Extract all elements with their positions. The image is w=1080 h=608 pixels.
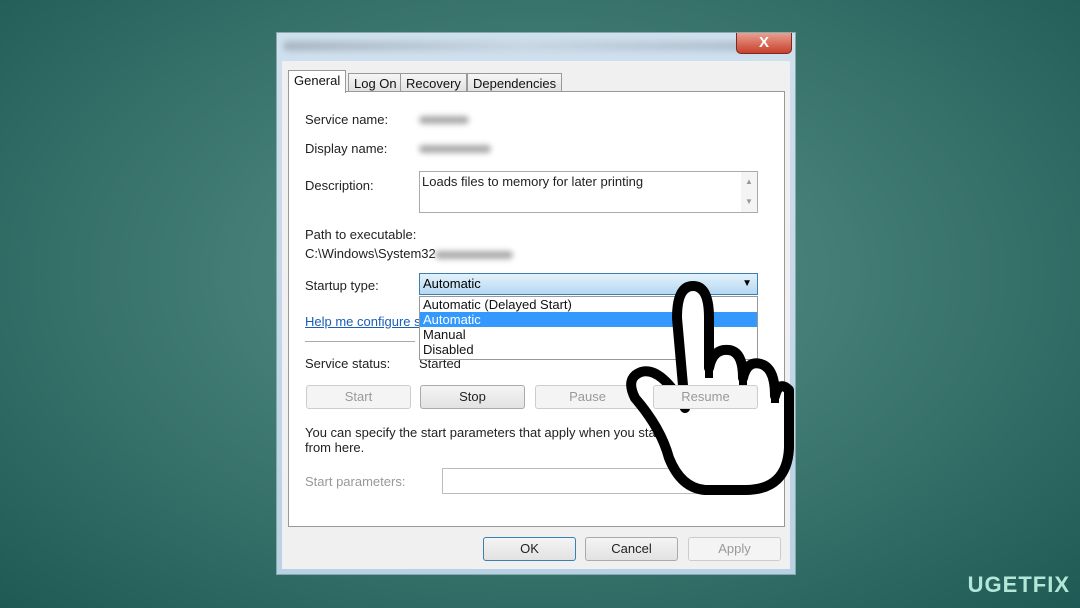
tab-recovery[interactable]: Recovery — [400, 73, 467, 92]
divider — [305, 341, 415, 342]
display-name-label: Display name: — [305, 141, 388, 156]
close-button[interactable]: X — [736, 33, 792, 54]
startup-type-label: Startup type: — [305, 278, 379, 293]
apply-button[interactable]: Apply — [688, 537, 781, 561]
scroll-up-icon[interactable]: ▲ — [741, 172, 757, 192]
start-button[interactable]: Start — [306, 385, 411, 409]
startup-type-value: Automatic — [423, 276, 481, 291]
help-configure-link[interactable]: Help me configure s — [305, 314, 421, 329]
cancel-button[interactable]: Cancel — [585, 537, 678, 561]
watermark-logo: UGETFIX — [967, 572, 1070, 597]
description-label: Description: — [305, 178, 374, 193]
path-value: C:\Windows\System32 — [305, 246, 436, 261]
tab-general[interactable]: General — [288, 70, 347, 93]
display-name-value-blurred — [419, 145, 491, 153]
start-params-label: Start parameters: — [305, 474, 406, 489]
description-box[interactable]: Loads files to memory for later printing… — [419, 171, 758, 213]
resume-button[interactable]: Resume — [653, 385, 758, 409]
service-name-value-blurred — [419, 116, 469, 124]
tab-dependencies[interactable]: Dependencies — [467, 73, 563, 92]
description-text: Loads files to memory for later printing — [422, 174, 644, 189]
description-scrollbar[interactable]: ▲ ▼ — [741, 172, 757, 212]
ok-button[interactable]: OK — [483, 537, 576, 561]
service-status-label: Service status: — [305, 356, 391, 371]
stop-button[interactable]: Stop — [420, 385, 525, 409]
path-label: Path to executable: — [305, 227, 417, 242]
title-bar-blurred — [283, 41, 763, 51]
path-value-blurred — [435, 251, 513, 259]
service-name-label: Service name: — [305, 112, 389, 127]
tab-log-on[interactable]: Log On — [348, 73, 403, 92]
scroll-down-icon[interactable]: ▼ — [741, 192, 757, 212]
